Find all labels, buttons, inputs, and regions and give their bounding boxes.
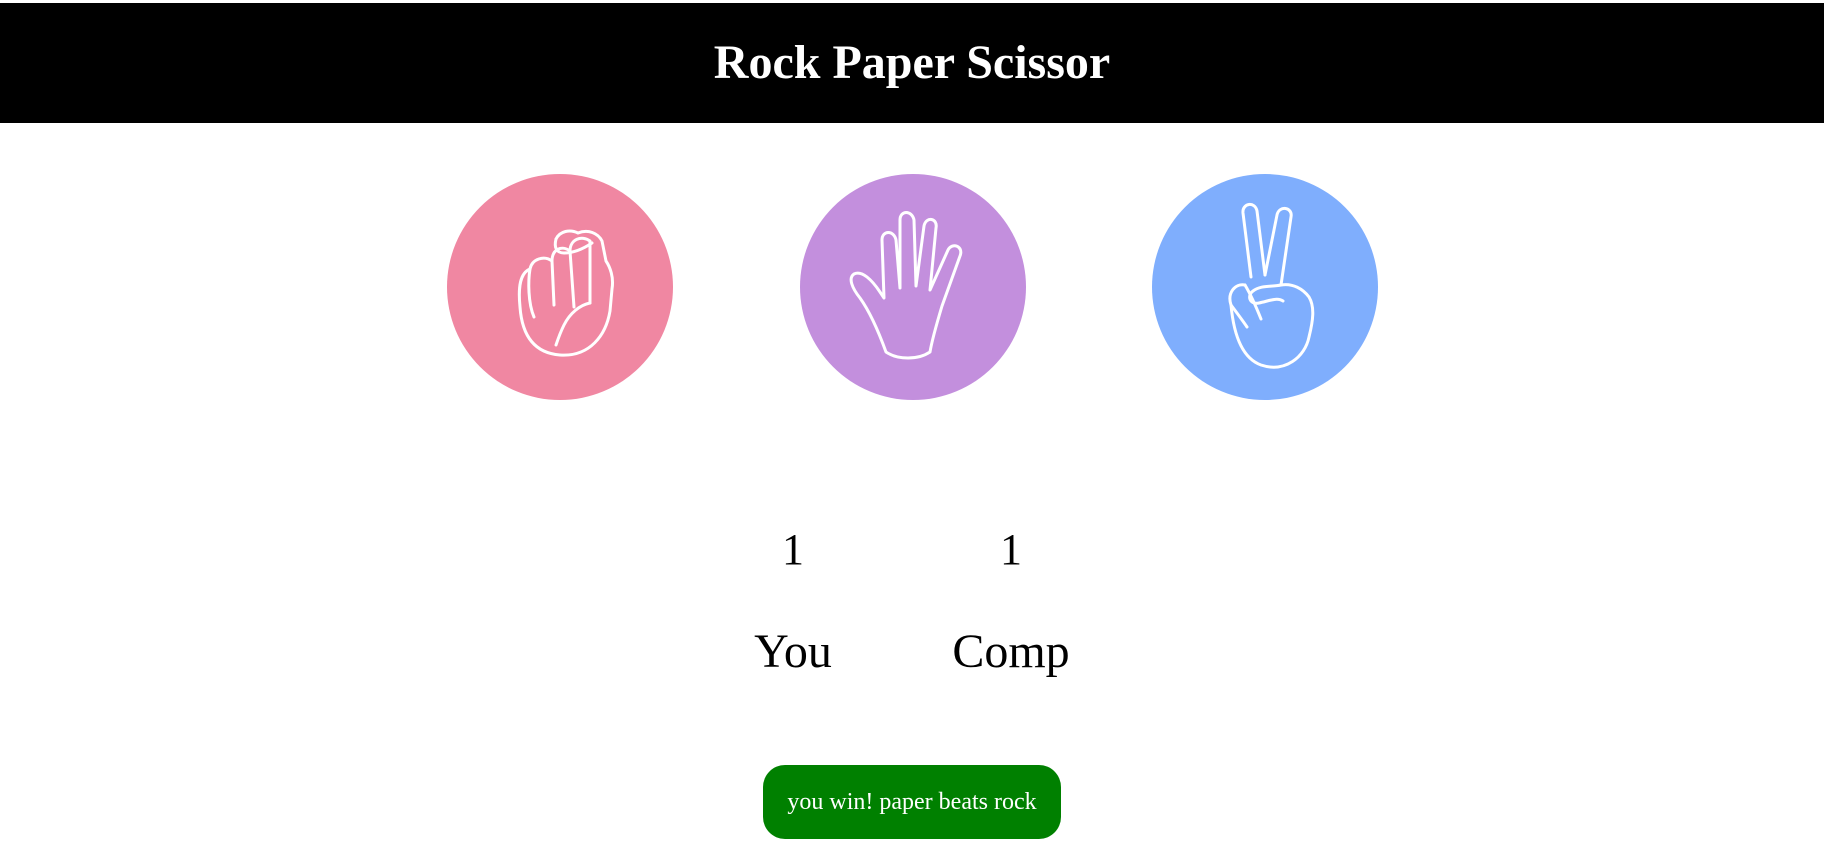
scissor-choice-button[interactable] — [1152, 174, 1378, 400]
result-message-text: you win! paper beats rock — [787, 788, 1037, 815]
page-title: Rock Paper Scissor — [713, 36, 1111, 89]
user-score: 1 — [782, 525, 804, 574]
result-message: you win! paper beats rock — [763, 765, 1061, 839]
open-hand-icon — [849, 211, 963, 360]
peace-sign-icon — [1228, 203, 1315, 369]
user-score-column: 1 You — [713, 520, 873, 682]
choices-container — [0, 174, 1824, 400]
user-score-label: You — [754, 625, 832, 678]
comp-score-label: Comp — [952, 625, 1070, 678]
comp-score: 1 — [1000, 525, 1022, 574]
fist-icon — [517, 229, 614, 357]
paper-choice-button[interactable] — [800, 174, 1026, 400]
app-header: Rock Paper Scissor — [0, 3, 1824, 123]
rock-choice-button[interactable] — [447, 174, 673, 400]
comp-score-column: 1 Comp — [931, 520, 1091, 682]
